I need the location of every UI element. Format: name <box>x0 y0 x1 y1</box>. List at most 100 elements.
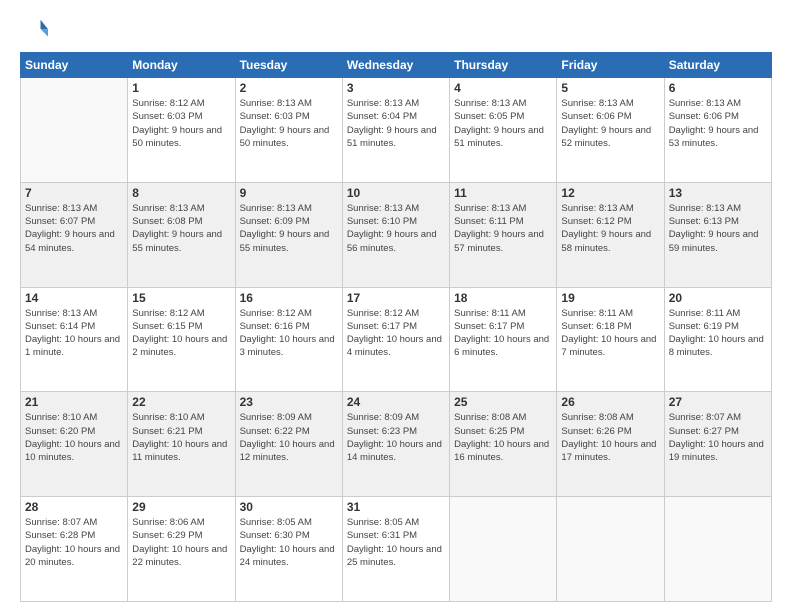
calendar-cell: 24Sunrise: 8:09 AMSunset: 6:23 PMDayligh… <box>342 392 449 497</box>
calendar-cell <box>21 78 128 183</box>
calendar-cell: 3 Sunrise: 8:13 AMSunset: 6:04 PMDaylight… <box>342 78 449 183</box>
day-info: Sunrise: 8:11 AMSunset: 6:17 PMDaylight:… <box>454 307 552 360</box>
day-info: Sunrise: 8:13 AMSunset: 6:09 PMDaylight:… <box>240 202 338 255</box>
day-info: Sunrise: 8:13 AMSunset: 6:06 PMDaylight:… <box>561 97 659 150</box>
day-header-saturday: Saturday <box>664 53 771 78</box>
day-number: 1 <box>132 81 230 95</box>
calendar-cell: 18 Sunrise: 8:11 AMSunset: 6:17 PMDayligh… <box>450 287 557 392</box>
calendar-cell: 26 Sunrise: 8:08 AMSunset: 6:26 PMDayligh… <box>557 392 664 497</box>
calendar-cell: 14 Sunrise: 8:13 AMSunset: 6:14 PMDayligh… <box>21 287 128 392</box>
day-number: 23 <box>240 395 338 409</box>
day-header-sunday: Sunday <box>21 53 128 78</box>
day-info: Sunrise: 8:13 AMSunset: 6:10 PMDaylight:… <box>347 202 445 255</box>
day-number: 9 <box>240 186 338 200</box>
calendar-cell: 22 Sunrise: 8:10 AMSunset: 6:21 PMDayligh… <box>128 392 235 497</box>
day-info: Sunrise: 8:13 AMSunset: 6:13 PMDaylight:… <box>669 202 767 255</box>
day-header-friday: Friday <box>557 53 664 78</box>
calendar-cell: 29 Sunrise: 8:06 AMSunset: 6:29 PMDayligh… <box>128 497 235 602</box>
day-number: 12 <box>561 186 659 200</box>
page: SundayMondayTuesdayWednesdayThursdayFrid… <box>0 0 792 612</box>
day-header-thursday: Thursday <box>450 53 557 78</box>
day-info: Sunrise: 8:08 AMSunset: 6:26 PMDaylight:… <box>561 411 659 464</box>
day-info: Sunrise: 8:12 AMSunset: 6:03 PMDaylight:… <box>132 97 230 150</box>
day-info: Sunrise: 8:05 AMSunset: 6:31 PMDaylight:… <box>347 516 445 569</box>
calendar-cell: 27Sunrise: 8:07 AMSunset: 6:27 PMDayligh… <box>664 392 771 497</box>
calendar-cell: 7Sunrise: 8:13 AMSunset: 6:07 PMDaylight… <box>21 182 128 287</box>
calendar-cell: 20Sunrise: 8:11 AMSunset: 6:19 PMDayligh… <box>664 287 771 392</box>
day-info: Sunrise: 8:13 AMSunset: 6:07 PMDaylight:… <box>25 202 123 255</box>
day-info: Sunrise: 8:06 AMSunset: 6:29 PMDaylight:… <box>132 516 230 569</box>
day-info: Sunrise: 8:10 AMSunset: 6:20 PMDaylight:… <box>25 411 123 464</box>
calendar-cell: 8Sunrise: 8:13 AMSunset: 6:08 PMDaylight… <box>128 182 235 287</box>
day-info: Sunrise: 8:13 AMSunset: 6:04 PMDaylight:… <box>347 97 445 150</box>
day-info: Sunrise: 8:12 AMSunset: 6:16 PMDaylight:… <box>240 307 338 360</box>
calendar-cell: 21 Sunrise: 8:10 AMSunset: 6:20 PMDayligh… <box>21 392 128 497</box>
calendar-cell: 9 Sunrise: 8:13 AMSunset: 6:09 PMDaylight… <box>235 182 342 287</box>
day-number: 5 <box>561 81 659 95</box>
day-info: Sunrise: 8:13 AMSunset: 6:11 PMDaylight:… <box>454 202 552 255</box>
day-info: Sunrise: 8:08 AMSunset: 6:25 PMDaylight:… <box>454 411 552 464</box>
day-number: 3 <box>347 81 445 95</box>
day-number: 26 <box>561 395 659 409</box>
day-number: 16 <box>240 291 338 305</box>
calendar-cell <box>557 497 664 602</box>
calendar-cell: 6 Sunrise: 8:13 AMSunset: 6:06 PMDaylight… <box>664 78 771 183</box>
day-number: 18 <box>454 291 552 305</box>
day-header-wednesday: Wednesday <box>342 53 449 78</box>
calendar-cell: 12Sunrise: 8:13 AMSunset: 6:12 PMDayligh… <box>557 182 664 287</box>
day-number: 30 <box>240 500 338 514</box>
calendar-table: SundayMondayTuesdayWednesdayThursdayFrid… <box>20 52 772 602</box>
day-info: Sunrise: 8:07 AMSunset: 6:27 PMDaylight:… <box>669 411 767 464</box>
calendar-cell: 11 Sunrise: 8:13 AMSunset: 6:11 PMDayligh… <box>450 182 557 287</box>
calendar-cell: 17 Sunrise: 8:12 AMSunset: 6:17 PMDayligh… <box>342 287 449 392</box>
calendar-week-row: 28 Sunrise: 8:07 AMSunset: 6:28 PMDayligh… <box>21 497 772 602</box>
day-number: 11 <box>454 186 552 200</box>
calendar-cell <box>664 497 771 602</box>
logo-icon <box>20 16 48 44</box>
day-info: Sunrise: 8:05 AMSunset: 6:30 PMDaylight:… <box>240 516 338 569</box>
day-number: 15 <box>132 291 230 305</box>
day-number: 10 <box>347 186 445 200</box>
day-info: Sunrise: 8:13 AMSunset: 6:05 PMDaylight:… <box>454 97 552 150</box>
day-header-monday: Monday <box>128 53 235 78</box>
day-info: Sunrise: 8:13 AMSunset: 6:14 PMDaylight:… <box>25 307 123 360</box>
calendar-cell: 28 Sunrise: 8:07 AMSunset: 6:28 PMDayligh… <box>21 497 128 602</box>
day-number: 19 <box>561 291 659 305</box>
day-number: 25 <box>454 395 552 409</box>
calendar-cell: 23 Sunrise: 8:09 AMSunset: 6:22 PMDayligh… <box>235 392 342 497</box>
day-info: Sunrise: 8:11 AMSunset: 6:19 PMDaylight:… <box>669 307 767 360</box>
calendar-week-row: 1 Sunrise: 8:12 AMSunset: 6:03 PMDaylight… <box>21 78 772 183</box>
day-number: 21 <box>25 395 123 409</box>
day-info: Sunrise: 8:12 AMSunset: 6:17 PMDaylight:… <box>347 307 445 360</box>
calendar-cell <box>450 497 557 602</box>
calendar-cell: 16 Sunrise: 8:12 AMSunset: 6:16 PMDayligh… <box>235 287 342 392</box>
day-number: 14 <box>25 291 123 305</box>
day-info: Sunrise: 8:09 AMSunset: 6:23 PMDaylight:… <box>347 411 445 464</box>
day-info: Sunrise: 8:07 AMSunset: 6:28 PMDaylight:… <box>25 516 123 569</box>
day-number: 6 <box>669 81 767 95</box>
day-info: Sunrise: 8:11 AMSunset: 6:18 PMDaylight:… <box>561 307 659 360</box>
day-info: Sunrise: 8:13 AMSunset: 6:03 PMDaylight:… <box>240 97 338 150</box>
day-number: 13 <box>669 186 767 200</box>
day-number: 31 <box>347 500 445 514</box>
day-info: Sunrise: 8:12 AMSunset: 6:15 PMDaylight:… <box>132 307 230 360</box>
calendar-week-row: 14 Sunrise: 8:13 AMSunset: 6:14 PMDayligh… <box>21 287 772 392</box>
calendar-cell: 19 Sunrise: 8:11 AMSunset: 6:18 PMDayligh… <box>557 287 664 392</box>
calendar-cell: 25 Sunrise: 8:08 AMSunset: 6:25 PMDayligh… <box>450 392 557 497</box>
calendar-cell: 30 Sunrise: 8:05 AMSunset: 6:30 PMDayligh… <box>235 497 342 602</box>
day-header-tuesday: Tuesday <box>235 53 342 78</box>
calendar-cell: 31 Sunrise: 8:05 AMSunset: 6:31 PMDayligh… <box>342 497 449 602</box>
calendar-cell: 10 Sunrise: 8:13 AMSunset: 6:10 PMDayligh… <box>342 182 449 287</box>
day-info: Sunrise: 8:10 AMSunset: 6:21 PMDaylight:… <box>132 411 230 464</box>
day-info: Sunrise: 8:09 AMSunset: 6:22 PMDaylight:… <box>240 411 338 464</box>
calendar-week-row: 7Sunrise: 8:13 AMSunset: 6:07 PMDaylight… <box>21 182 772 287</box>
logo <box>20 16 52 44</box>
day-number: 17 <box>347 291 445 305</box>
day-number: 28 <box>25 500 123 514</box>
header <box>20 16 772 44</box>
calendar-cell: 15 Sunrise: 8:12 AMSunset: 6:15 PMDayligh… <box>128 287 235 392</box>
day-number: 22 <box>132 395 230 409</box>
day-info: Sunrise: 8:13 AMSunset: 6:08 PMDaylight:… <box>132 202 230 255</box>
day-number: 29 <box>132 500 230 514</box>
day-info: Sunrise: 8:13 AMSunset: 6:06 PMDaylight:… <box>669 97 767 150</box>
